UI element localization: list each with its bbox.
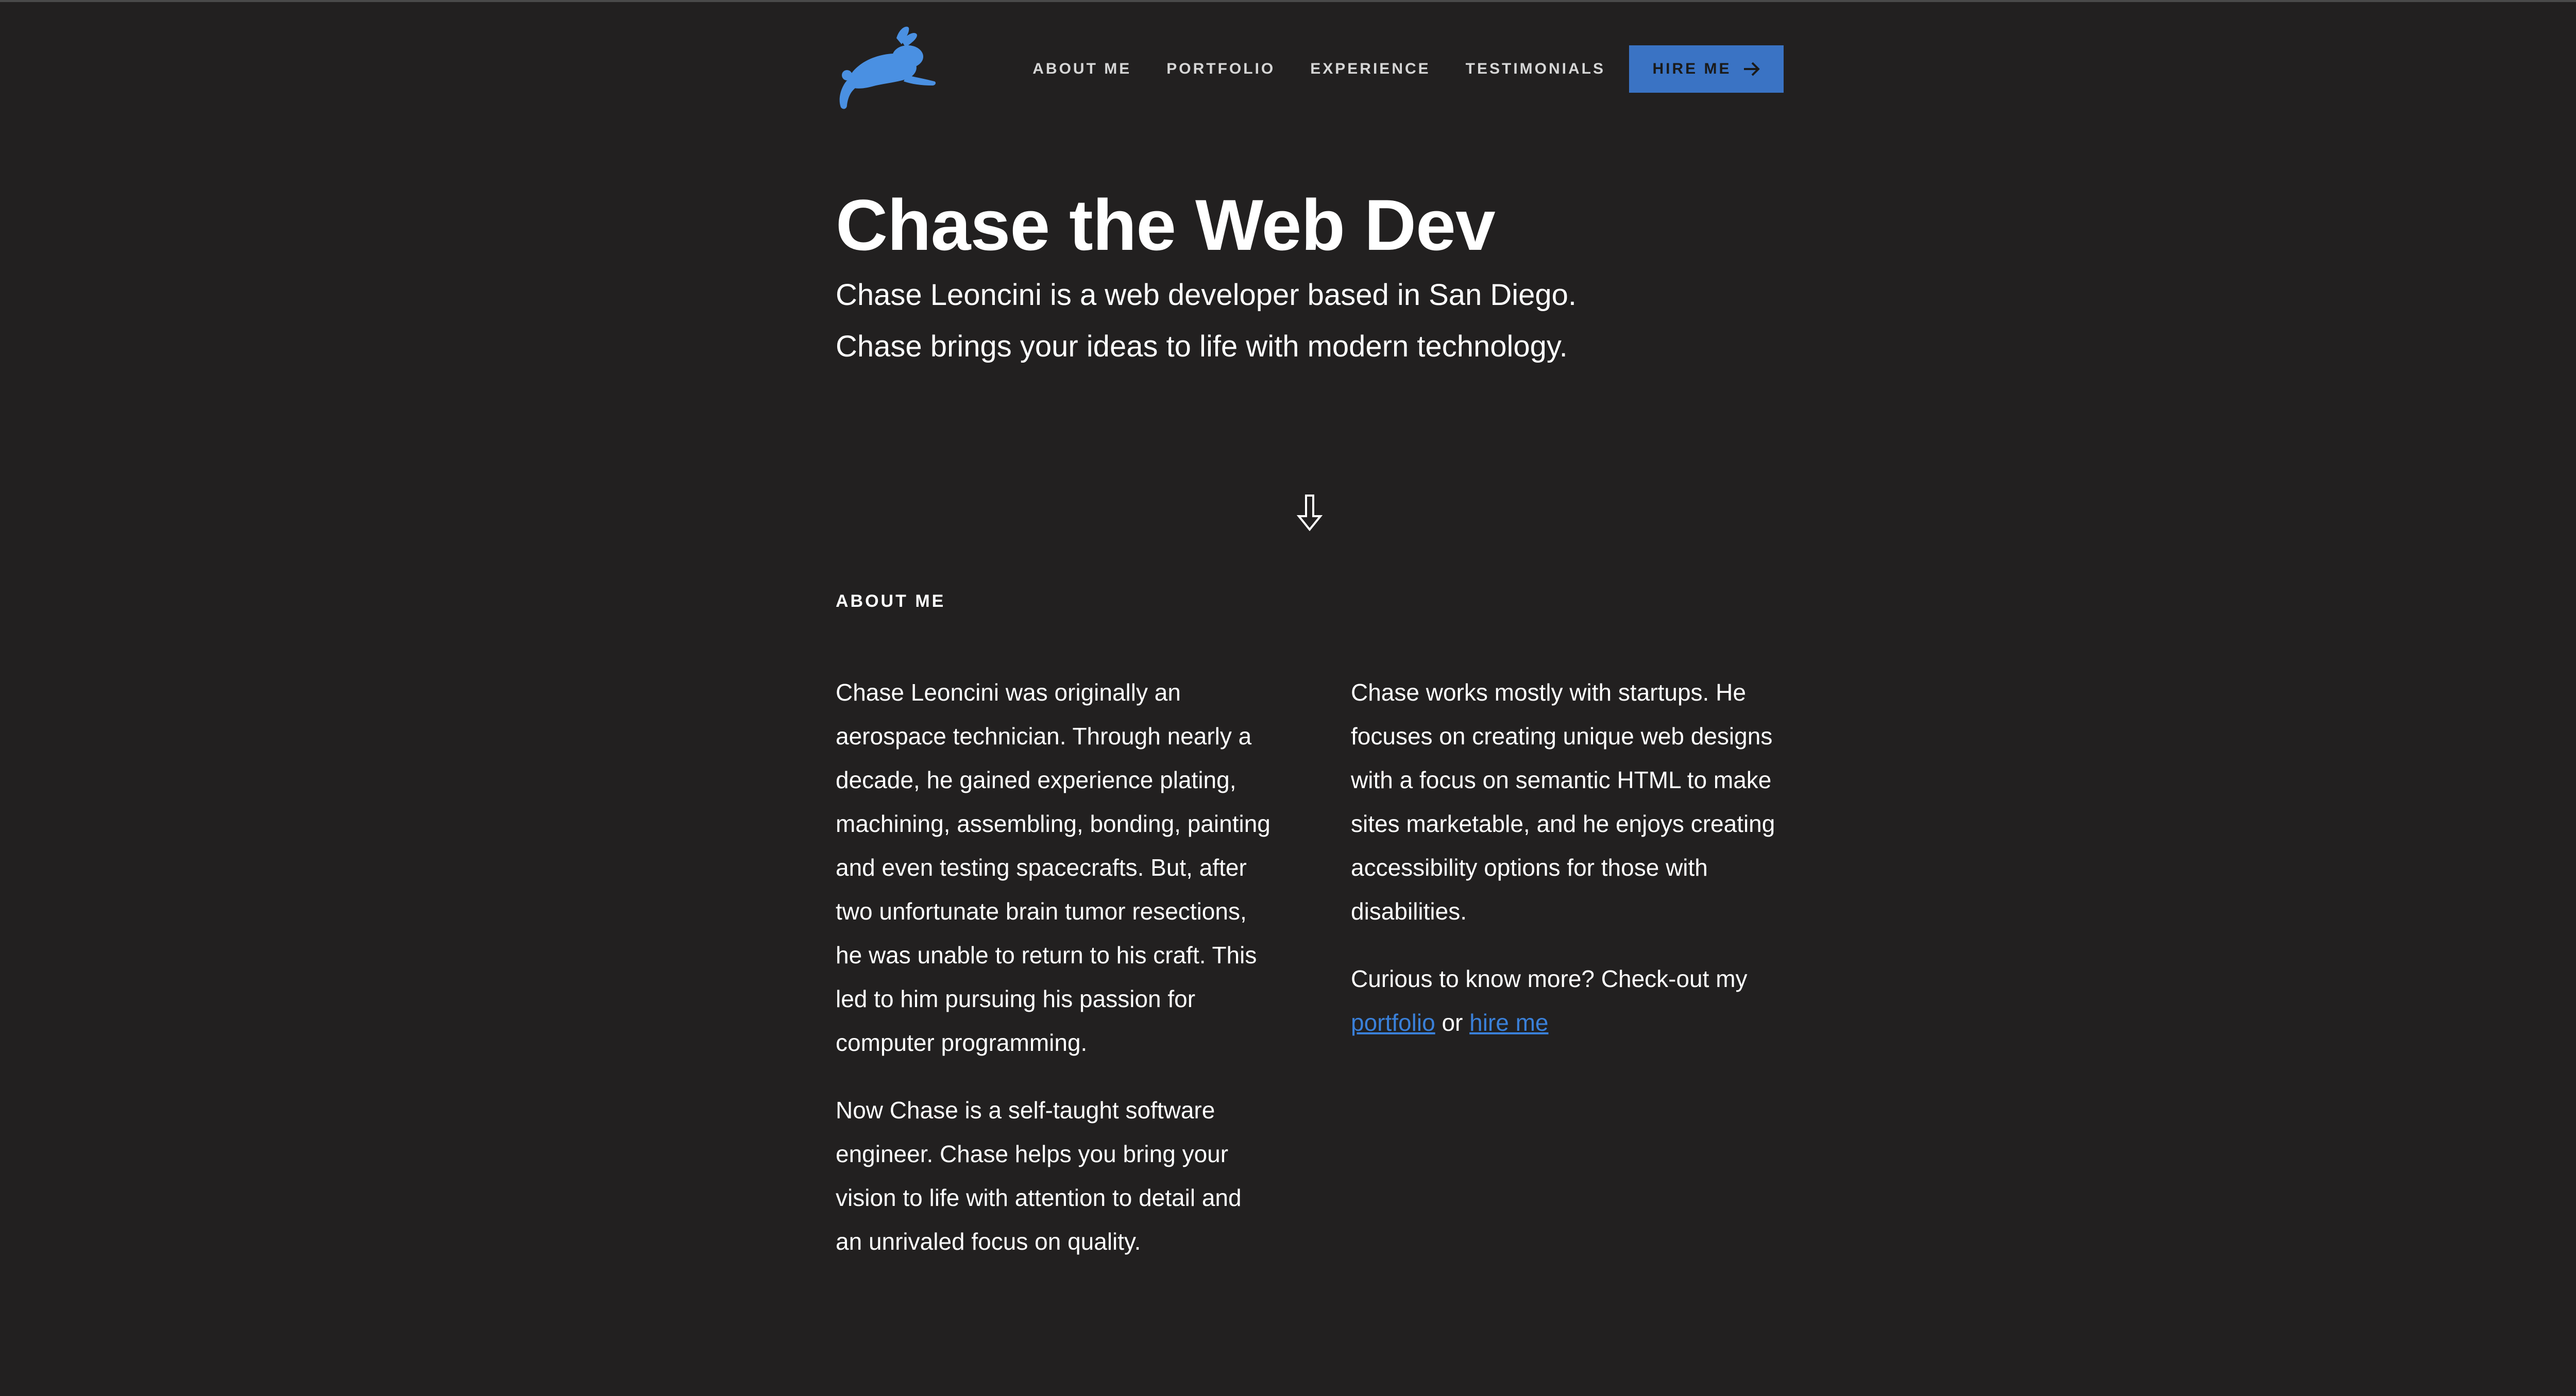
site-header: ABOUT ME PORTFOLIO EXPERIENCE TESTIMONIA… <box>836 24 1784 114</box>
about-paragraph: Chase Leoncini was originally an aerospa… <box>836 679 1270 1056</box>
portfolio-link[interactable]: portfolio <box>1351 1009 1435 1036</box>
main-nav: ABOUT ME PORTFOLIO EXPERIENCE TESTIMONIA… <box>1032 45 1784 93</box>
about-right-column: Chase works mostly with startups. He foc… <box>1351 671 1789 1068</box>
about-paragraph: Chase works mostly with startups. He foc… <box>1351 679 1775 925</box>
arrow-right-icon <box>1743 61 1760 77</box>
hire-me-button[interactable]: HIRE ME <box>1629 45 1784 93</box>
nav-portfolio[interactable]: PORTFOLIO <box>1166 60 1275 78</box>
about-cta: Curious to know more? Check-out my portf… <box>1351 957 1789 1045</box>
top-border <box>0 0 2576 2</box>
hero-tagline-1: Chase Leoncini is a web developer based … <box>836 278 1577 312</box>
nav-experience[interactable]: EXPERIENCE <box>1310 60 1430 78</box>
home-logo-link[interactable] <box>836 24 936 111</box>
rabbit-logo <box>839 26 936 109</box>
or-text: or <box>1442 1009 1463 1036</box>
about-heading: ABOUT ME <box>836 591 946 611</box>
cta-text: Curious to know more? Check-out my <box>1351 965 1748 992</box>
hire-me-label: HIRE ME <box>1652 60 1732 77</box>
about-paragraph: Now Chase is a self-taught software engi… <box>836 1097 1242 1255</box>
hero-title: Chase the Web Dev <box>836 184 1496 265</box>
nav-testimonials[interactable]: TESTIMONIALS <box>1466 60 1605 78</box>
about-left-column: Chase Leoncini was originally an aerospa… <box>836 671 1274 1287</box>
scroll-down-button[interactable] <box>1291 493 1329 532</box>
hero-tagline-2: Chase brings your ideas to life with mod… <box>836 330 1568 363</box>
hire-me-link[interactable]: hire me <box>1469 1009 1548 1036</box>
arrow-down-icon <box>1296 495 1323 532</box>
nav-about-me[interactable]: ABOUT ME <box>1032 60 1131 78</box>
